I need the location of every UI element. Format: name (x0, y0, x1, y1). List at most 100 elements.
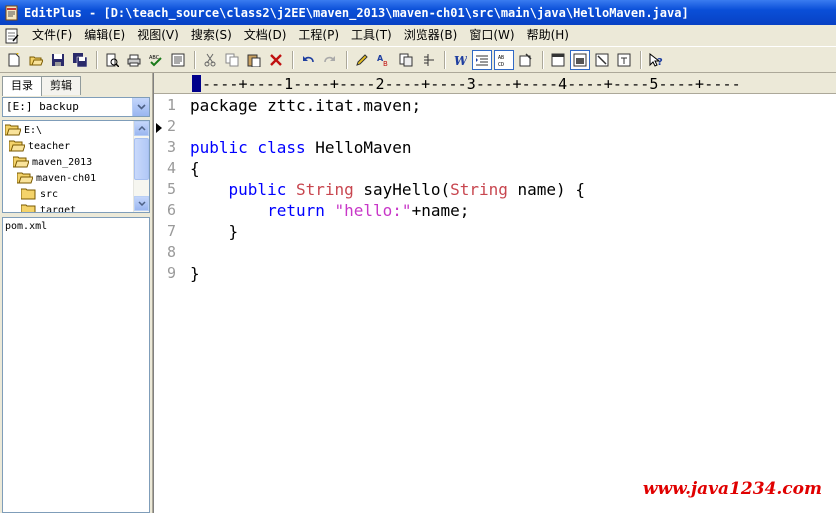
code-line[interactable]: public class HelloMaven (190, 137, 412, 158)
editor-pane[interactable]: ----+----1----+----2----+----3----+----4… (153, 73, 836, 513)
code-token: sayHello( (353, 180, 451, 199)
window2-icon[interactable] (570, 49, 590, 70)
open-icon[interactable] (26, 50, 46, 70)
code-area[interactable]: package zttc.itat.maven; public class Hel… (190, 95, 835, 513)
open-folder-icon (8, 140, 26, 152)
window4-icon[interactable] (614, 50, 634, 70)
chevron-down-icon[interactable] (132, 98, 149, 116)
line-number-gutter: 1 2 3 4 5 6 7 8 9 (154, 95, 190, 513)
scrollbar-thumb[interactable] (134, 138, 149, 180)
menu-search[interactable]: 搜索(S) (185, 26, 238, 45)
tree-item-label: maven_2013 (32, 156, 93, 168)
drive-select[interactable]: [E:] backup (2, 97, 150, 117)
print-icon[interactable] (124, 50, 144, 70)
redo-icon[interactable] (320, 50, 340, 70)
menu-help[interactable]: 帮助(H) (521, 26, 575, 45)
tab-directory[interactable]: 目录 (2, 76, 42, 96)
bold-italic-icon[interactable]: W (450, 50, 470, 70)
directory-tree: E:\ teacher maven_2013 maven-ch01 src ta… (2, 120, 150, 213)
ruler-text: ----+----1----+----2----+----3----+----4… (202, 75, 741, 93)
delete-icon[interactable] (266, 50, 286, 70)
code-line[interactable]: { (190, 158, 200, 179)
tree-item-label: E:\ (24, 124, 43, 136)
watermark: www.java1234.com (642, 479, 822, 499)
undo-icon[interactable] (298, 50, 318, 70)
line-number: 9 (166, 264, 176, 282)
menu-window[interactable]: 窗口(W) (463, 26, 520, 45)
line-number: 2 (166, 117, 176, 135)
save-all-icon[interactable] (70, 50, 90, 70)
title-bar: EditPlus - [D:\teach_source\class2\j2EE\… (0, 0, 836, 25)
browser-icon[interactable] (168, 50, 188, 70)
column-ruler: ----+----1----+----2----+----3----+----4… (154, 73, 836, 94)
line-number: 5 (166, 180, 176, 198)
open-folder-icon (16, 172, 34, 184)
tree-item[interactable]: E:\ (4, 122, 43, 138)
file-list: pom.xml (2, 217, 150, 513)
save-icon[interactable] (48, 50, 68, 70)
code-token: return (190, 201, 335, 220)
code-token: +name; (411, 201, 470, 220)
cut-icon[interactable] (200, 50, 220, 70)
tree-item[interactable]: teacher (8, 138, 70, 154)
code-line[interactable]: } (190, 221, 239, 242)
code-token: HelloMaven (315, 138, 412, 157)
code-line[interactable]: public String sayHello(String name) { (190, 179, 585, 200)
menu-browser[interactable]: 浏览器(B) (398, 26, 464, 45)
panel-tabs: 目录 剪辑 (2, 76, 81, 96)
tree-item[interactable]: maven_2013 (12, 154, 93, 170)
goto-line-icon[interactable] (418, 50, 438, 70)
menu-view[interactable]: 视图(V) (131, 26, 185, 45)
code-token: public (190, 180, 296, 199)
line-number: 1 (166, 96, 176, 114)
code-line[interactable]: return "hello:"+name; (190, 200, 469, 221)
menu-edit[interactable]: 编辑(E) (78, 26, 131, 45)
code-token: public class (190, 138, 316, 157)
highlight-icon[interactable] (352, 50, 372, 70)
document-icon[interactable] (4, 28, 20, 44)
open-folder-icon (4, 124, 22, 136)
menu-project[interactable]: 工程(P) (292, 26, 345, 45)
tree-item-label: src (40, 188, 59, 200)
code-token: name) { (507, 180, 585, 199)
new-icon[interactable] (4, 50, 24, 70)
tree-item[interactable]: target (20, 202, 76, 212)
menu-tools[interactable]: 工具(T) (345, 26, 398, 45)
menu-document[interactable]: 文档(D) (238, 26, 293, 45)
svg-text:AB: AB (498, 55, 504, 61)
tree-item-label: maven-ch01 (36, 172, 97, 184)
scroll-down-icon[interactable] (134, 196, 149, 211)
window-icon[interactable] (548, 50, 568, 70)
tree-item[interactable]: src (20, 186, 59, 202)
editplus-app-icon[interactable] (4, 5, 20, 21)
tree-scrollbar[interactable] (133, 121, 149, 212)
line-number: 8 (166, 243, 176, 261)
file-item[interactable]: pom.xml (5, 221, 47, 232)
window-title: EditPlus - [D:\teach_source\class2\j2EE\… (24, 5, 689, 20)
scroll-up-icon[interactable] (134, 121, 149, 136)
copy-icon[interactable] (222, 50, 242, 70)
toolbar-separator (292, 50, 294, 69)
code-line[interactable]: } (190, 263, 200, 284)
paste-icon[interactable] (244, 50, 264, 70)
code-line[interactable]: package zttc.itat.maven; (190, 95, 421, 116)
window3-icon[interactable] (592, 50, 612, 70)
toolbar-separator (96, 50, 98, 69)
svg-text:B: B (383, 60, 388, 67)
code-token: String (295, 180, 354, 199)
spell-check-icon[interactable]: ABC (146, 50, 166, 70)
wordwrap-icon[interactable]: AB CD (494, 49, 514, 70)
code-token: "hello:" (334, 201, 412, 220)
tab-cliptext[interactable]: 剪辑 (41, 76, 81, 95)
print-preview-icon[interactable] (102, 50, 122, 70)
settings-icon[interactable] (516, 50, 536, 70)
indent-icon[interactable] (472, 49, 492, 70)
svg-text:CD: CD (498, 62, 504, 67)
find-replace-icon[interactable]: AB (374, 50, 394, 70)
replace-icon[interactable] (396, 50, 416, 70)
code-token: } (190, 222, 239, 241)
help-icon[interactable]: ? (646, 50, 666, 70)
menu-file[interactable]: 文件(F) (26, 26, 78, 45)
code-token: package zttc.itat.maven; (190, 96, 422, 115)
tree-item[interactable]: maven-ch01 (16, 170, 97, 186)
